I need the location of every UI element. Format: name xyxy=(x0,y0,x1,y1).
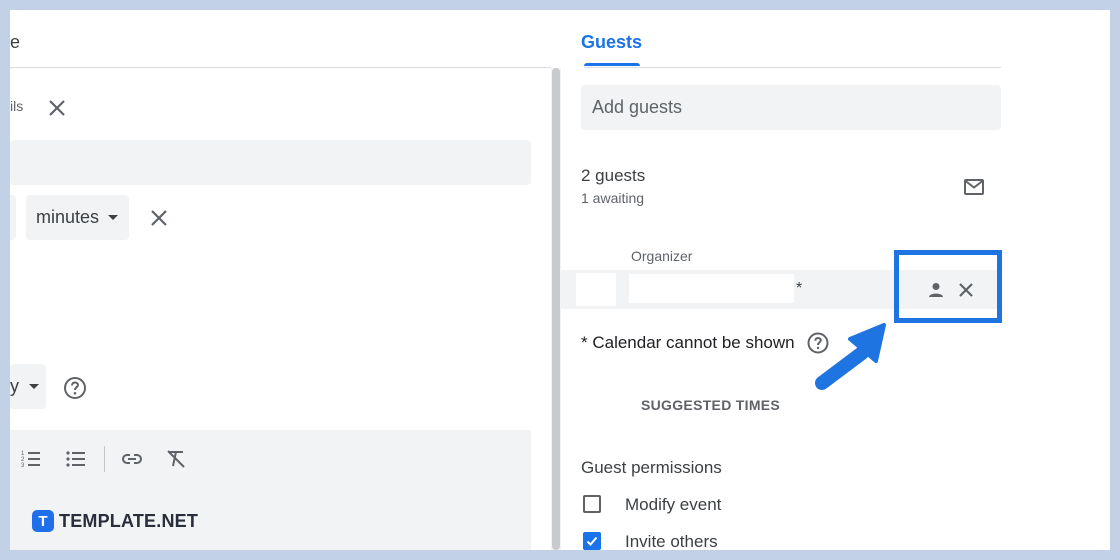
calendar-event-editor: e ils minutes y 1 2 3 T TEMPLATE.NET Gue… xyxy=(10,10,1110,550)
toolbar-separator xyxy=(104,446,105,472)
visibility-select[interactable]: y xyxy=(10,364,46,409)
modify-event-label: Modify event xyxy=(625,495,722,514)
notification-field[interactable] xyxy=(10,140,531,185)
highlight-box xyxy=(894,250,1002,323)
template-net-logo: T TEMPLATE.NET xyxy=(32,510,198,532)
guest-count: 2 guests xyxy=(581,166,646,185)
notification-label: ils xyxy=(10,98,24,114)
calendar-unavailable-marker: * xyxy=(796,280,803,297)
help-icon[interactable] xyxy=(806,331,830,355)
modify-event-checkbox[interactable] xyxy=(583,495,601,513)
scrollbar-thumb[interactable] xyxy=(552,68,560,550)
logo-badge: T xyxy=(32,510,54,532)
chevron-down-icon xyxy=(29,384,39,389)
mail-icon[interactable] xyxy=(962,175,986,199)
visibility-label: y xyxy=(10,376,19,396)
description-editor[interactable] xyxy=(10,430,531,550)
organizer-label: Organizer xyxy=(631,248,693,264)
awaiting-count: 1 awaiting xyxy=(581,190,645,206)
clear-formatting-icon[interactable] xyxy=(164,447,188,471)
notification-value-field[interactable] xyxy=(10,195,16,240)
left-divider xyxy=(10,67,551,68)
invite-others-label: Invite others xyxy=(625,532,718,550)
add-guests-input[interactable]: Add guests xyxy=(581,85,1001,130)
remove-notification-icon[interactable] xyxy=(147,206,171,230)
invite-others-checkbox[interactable] xyxy=(583,532,601,550)
bulleted-list-icon[interactable] xyxy=(64,447,88,471)
help-icon[interactable] xyxy=(62,375,88,401)
calendar-note: * Calendar cannot be shown xyxy=(581,333,795,352)
svg-text:3: 3 xyxy=(21,463,25,469)
logo-text: TEMPLATE.NET xyxy=(59,510,199,531)
time-unit-select[interactable]: minutes xyxy=(26,195,129,240)
numbered-list-icon[interactable]: 1 2 3 xyxy=(19,447,43,471)
right-divider xyxy=(584,67,1001,68)
time-unit-label: minutes xyxy=(36,207,100,227)
avatar xyxy=(576,273,616,306)
guest-permissions-title: Guest permissions xyxy=(581,458,722,477)
chevron-down-icon xyxy=(108,215,119,220)
active-tab-indicator xyxy=(584,63,640,66)
link-icon[interactable] xyxy=(120,447,144,471)
tab-guests[interactable]: Guests xyxy=(581,32,642,53)
guest-name-redacted xyxy=(629,274,794,303)
pointer-arrow-icon xyxy=(810,315,890,395)
tab-event-details[interactable]: e xyxy=(10,32,20,53)
suggested-times-button[interactable]: SUGGESTED TIMES xyxy=(641,397,780,413)
close-icon[interactable] xyxy=(45,96,69,120)
